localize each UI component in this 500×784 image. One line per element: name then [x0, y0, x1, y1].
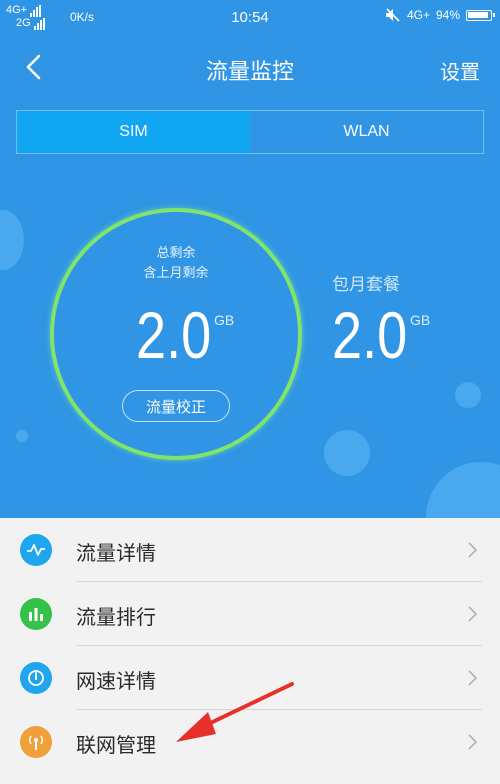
decor-bubble — [455, 382, 481, 408]
remaining-unit: GB — [214, 312, 235, 328]
battery-percent: 94% — [435, 8, 460, 22]
menu-item-label: 流量详情 — [76, 541, 156, 565]
antenna-icon — [20, 726, 52, 758]
settings-button[interactable]: 设置 — [440, 56, 480, 85]
plan-value: 2.0 — [332, 298, 408, 372]
decor-bubble — [16, 430, 28, 442]
tab-wlan[interactable]: WLAN — [250, 111, 483, 153]
network-type-right: 4G+ — [406, 8, 430, 22]
monthly-plan-label: 包月套餐 — [332, 275, 400, 295]
decor-bubble — [426, 462, 500, 518]
annotation-arrow-icon — [176, 682, 294, 742]
page-title: 流量监控 — [205, 60, 294, 85]
battery-icon — [466, 9, 495, 21]
menu-item-label: 流量排行 — [76, 605, 156, 629]
status-bar: 4G+ 2G 0K/s 10:54 4G+ 94% — [0, 0, 500, 36]
includes-last-month-label: 含上月剩余 — [143, 266, 209, 281]
status-right: 4G+ 94% — [385, 8, 495, 22]
network-tabs: SIM WLAN — [16, 110, 484, 154]
chevron-right-icon — [468, 734, 478, 750]
mute-icon — [385, 8, 400, 22]
decor-bubble — [324, 430, 370, 476]
menu-item-label: 网速详情 — [76, 669, 156, 693]
remaining-value: 2.0 — [136, 298, 212, 372]
decor-bubble — [0, 210, 24, 270]
chevron-right-icon — [468, 670, 478, 686]
menu-item-traffic-ranking[interactable]: 流量排行 — [0, 582, 500, 646]
bar-chart-icon — [20, 598, 52, 630]
header-panel: 4G+ 2G 0K/s 10:54 4G+ 94% 流量监控 设置 SIM WL… — [0, 0, 500, 518]
calibrate-button[interactable]: 流量校正 — [122, 390, 230, 422]
speedometer-icon — [20, 662, 52, 694]
chevron-right-icon — [468, 542, 478, 558]
plan-unit: GB — [410, 312, 431, 328]
menu-item-traffic-details[interactable]: 流量详情 — [0, 518, 500, 582]
chevron-right-icon — [468, 606, 478, 622]
total-remaining-label: 总剩余 — [156, 246, 196, 261]
pulse-icon — [20, 534, 52, 566]
menu-item-label: 联网管理 — [76, 733, 156, 757]
tab-sim[interactable]: SIM — [17, 111, 250, 153]
